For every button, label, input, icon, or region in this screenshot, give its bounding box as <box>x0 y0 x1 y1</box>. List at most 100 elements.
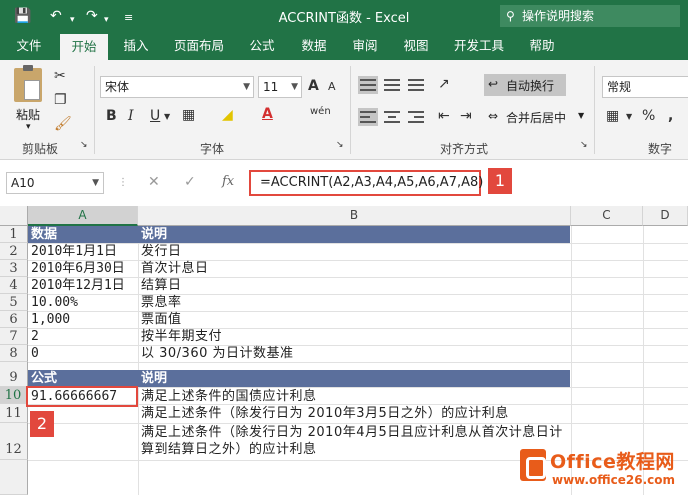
decrease-indent-icon[interactable]: ⇤ <box>438 108 450 124</box>
row-header[interactable]: 3 <box>0 260 28 277</box>
cell-b11[interactable]: 满足上述条件（除发行日为 2010年3月5日之外）的应计利息 <box>138 405 509 422</box>
increase-indent-icon[interactable]: ⇥ <box>460 108 472 124</box>
cell-b6[interactable]: 票面值 <box>138 311 182 328</box>
tab-data[interactable]: 数据 <box>292 32 336 60</box>
bold-button[interactable]: B <box>106 108 117 124</box>
cell-b7[interactable]: 按半年期支付 <box>138 328 222 345</box>
comma-style-icon[interactable]: , <box>668 108 673 124</box>
cell-a5[interactable]: 10.00% <box>28 294 78 311</box>
increase-font-size-button[interactable]: A <box>308 78 319 94</box>
row-header[interactable]: 2 <box>0 243 28 260</box>
cell-a7[interactable]: 2 <box>28 328 39 345</box>
name-box[interactable]: A10 ▼ <box>6 172 104 194</box>
formula-input[interactable]: =ACCRINT(A2,A3,A4,A5,A6,A7,A8) <box>249 170 483 196</box>
cell-b12[interactable]: 满足上述条件（除发行日为 2010年4月5日且应计利息从首次计息日计算到结算日之… <box>138 424 568 458</box>
percent-style-button[interactable]: % <box>642 108 655 124</box>
align-right-icon[interactable] <box>406 108 426 126</box>
drag-handle-icon[interactable]: ⋮ <box>118 177 128 188</box>
merge-center-button[interactable]: ⇔ 合并后居中 ▼ <box>484 106 588 128</box>
fill-color-icon[interactable]: ◢ <box>222 107 233 123</box>
number-format-select[interactable]: 常规 <box>602 76 688 98</box>
cell-a3[interactable]: 2010年6月30日 <box>28 260 125 277</box>
paste-icon[interactable] <box>14 65 42 102</box>
tab-file[interactable]: 文件 <box>8 32 50 60</box>
copy-icon[interactable]: ❐ <box>54 92 67 108</box>
cell-b4[interactable]: 结算日 <box>138 277 182 294</box>
tab-insert[interactable]: 插入 <box>114 32 158 60</box>
paste-dropdown-icon[interactable]: ▾ <box>26 122 31 132</box>
tab-help[interactable]: 帮助 <box>520 32 564 60</box>
cell-b10[interactable]: 满足上述条件的国债应计利息 <box>138 388 317 405</box>
font-color-icon[interactable]: A <box>262 106 273 122</box>
orientation-icon[interactable]: ↗ <box>438 76 450 92</box>
insert-function-button[interactable]: fx <box>222 174 234 189</box>
row-header[interactable]: 12 <box>0 423 28 460</box>
middle-align-icon[interactable] <box>382 76 402 94</box>
tab-view[interactable]: 视图 <box>394 32 438 60</box>
column-header-d[interactable]: D <box>643 206 688 226</box>
column-header-a[interactable]: A <box>28 206 138 226</box>
gridline <box>28 294 688 295</box>
borders-icon[interactable]: ▦ <box>182 107 195 123</box>
column-header-b[interactable]: B <box>138 206 571 226</box>
row-header[interactable]: 5 <box>0 294 28 311</box>
tab-home[interactable]: 开始 <box>60 34 108 60</box>
cell-a9[interactable]: 公式 <box>28 370 57 387</box>
cell-b9[interactable]: 说明 <box>138 370 167 387</box>
row-header[interactable]: 7 <box>0 328 28 345</box>
top-align-icon[interactable] <box>358 76 378 94</box>
clipboard-launcher-icon[interactable]: ↘ <box>80 140 88 150</box>
cell-b2[interactable]: 发行日 <box>138 243 182 260</box>
cell-a1[interactable]: 数据 <box>28 226 57 243</box>
format-painter-icon[interactable]: 🖌 <box>54 116 72 132</box>
font-launcher-icon[interactable]: ↘ <box>336 140 344 150</box>
cell-b8[interactable]: 以 30/360 为日计数基准 <box>138 345 294 362</box>
excel-window: 💾 ↶ ▾ ↷ ▾ ≡ ACCRINT函数 - Excel ⚲ 操作说明搜索 文件… <box>0 0 688 495</box>
tab-developer[interactable]: 开发工具 <box>446 32 512 60</box>
tell-me-box[interactable]: ⚲ 操作说明搜索 <box>500 5 680 27</box>
tab-formulas[interactable]: 公式 <box>240 32 284 60</box>
cell-a2[interactable]: 2010年1月1日 <box>28 243 117 260</box>
column-header-c[interactable]: C <box>571 206 643 226</box>
tab-review[interactable]: 审阅 <box>343 32 387 60</box>
row-header[interactable]: 9 <box>0 362 28 387</box>
italic-button[interactable]: I <box>128 108 134 124</box>
select-all-corner[interactable] <box>0 206 28 226</box>
underline-button[interactable]: U <box>150 108 160 124</box>
cell-b1[interactable]: 说明 <box>138 226 167 243</box>
chevron-down-icon[interactable]: ▼ <box>626 112 632 121</box>
decrease-font-size-button[interactable]: A <box>328 80 336 93</box>
cell-a6[interactable]: 1,000 <box>28 311 70 328</box>
cell-b3[interactable]: 首次计息日 <box>138 260 209 277</box>
alignment-group-label: 对齐方式 <box>440 142 489 156</box>
row-header[interactable]: 11 <box>0 404 28 423</box>
divider <box>594 66 595 154</box>
cut-icon[interactable]: ✂ <box>54 68 66 84</box>
row-header[interactable]: 6 <box>0 311 28 328</box>
name-box-value: A10 <box>11 176 35 190</box>
cancel-button[interactable]: ✕ <box>148 174 160 190</box>
cell-a4[interactable]: 2010年12月1日 <box>28 277 125 294</box>
accounting-format-icon[interactable]: ▦ <box>606 108 619 124</box>
align-center-icon[interactable] <box>382 108 402 126</box>
chevron-down-icon[interactable]: ▼ <box>164 112 170 121</box>
row-header[interactable]: 4 <box>0 277 28 294</box>
font-name-select[interactable]: 宋体 ▼ <box>100 76 254 98</box>
font-size-select[interactable]: 11 ▼ <box>258 76 302 98</box>
enter-button[interactable]: ✓ <box>184 174 196 190</box>
tab-page-layout[interactable]: 页面布局 <box>166 32 232 60</box>
paste-label[interactable]: 粘贴 <box>16 106 40 123</box>
align-left-icon[interactable] <box>358 108 378 126</box>
row-header[interactable] <box>0 460 28 495</box>
wrap-text-button[interactable]: ↩ 自动换行 <box>484 74 566 96</box>
chevron-down-icon: ▼ <box>578 111 585 120</box>
phonetic-guide-icon[interactable]: wén <box>310 106 331 117</box>
bottom-align-icon[interactable] <box>406 76 426 94</box>
cell-a8[interactable]: 0 <box>28 345 39 362</box>
merge-icon: ⇔ <box>488 109 499 123</box>
alignment-launcher-icon[interactable]: ↘ <box>580 140 588 150</box>
row-header[interactable]: 10 <box>0 387 28 404</box>
row-header[interactable]: 1 <box>0 226 28 243</box>
row-header[interactable]: 8 <box>0 345 28 362</box>
cell-b5[interactable]: 票息率 <box>138 294 182 311</box>
